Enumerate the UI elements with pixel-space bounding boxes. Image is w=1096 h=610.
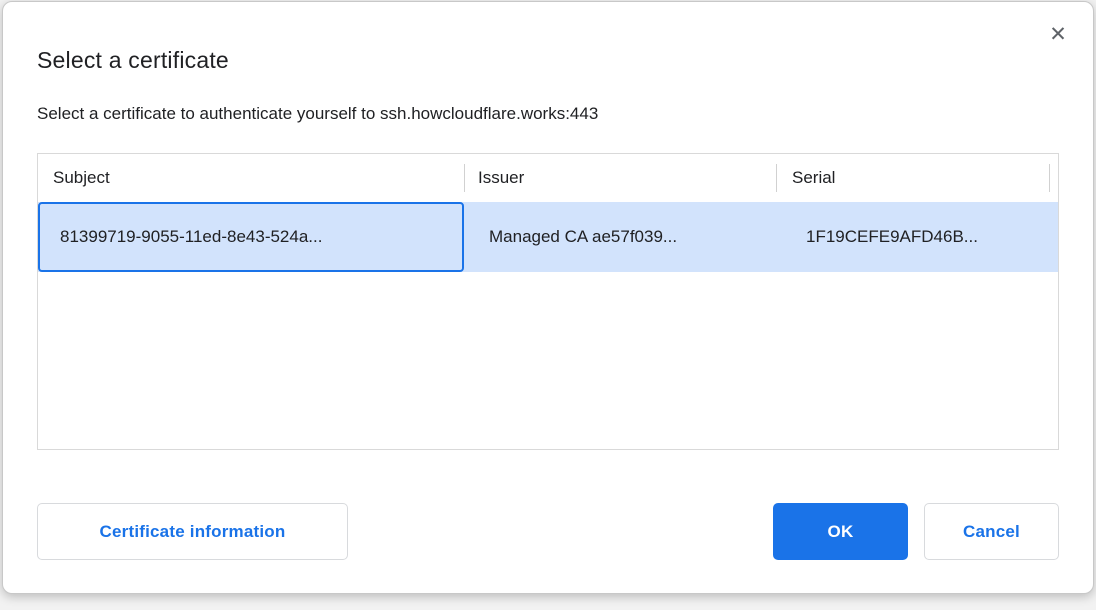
close-button[interactable]: ✕: [1043, 20, 1073, 50]
column-header-issuer: Issuer: [464, 154, 776, 202]
certificate-issuer-cell: Managed CA ae57f039...: [464, 202, 776, 272]
ok-button[interactable]: OK: [773, 503, 908, 560]
certificate-select-dialog: ✕ Select a certificate Select a certific…: [2, 1, 1094, 594]
cancel-button[interactable]: Cancel: [924, 503, 1059, 560]
column-header-subject: Subject: [38, 154, 464, 202]
table-header: Subject Issuer Serial: [38, 154, 1058, 202]
column-header-serial: Serial: [776, 154, 1049, 202]
certificate-table: Subject Issuer Serial 81399719-9055-11ed…: [37, 153, 1059, 450]
certificate-subject-cell: 81399719-9055-11ed-8e43-524a...: [38, 202, 464, 272]
certificate-information-button[interactable]: Certificate information: [37, 503, 348, 560]
dialog-title: Select a certificate: [37, 2, 1059, 74]
certificate-serial-cell: 1F19CEFE9AFD46B...: [776, 202, 1058, 272]
column-header-gutter: [1049, 154, 1058, 202]
certificate-row[interactable]: 81399719-9055-11ed-8e43-524a... Managed …: [38, 202, 1058, 272]
dialog-footer: Certificate information OK Cancel: [37, 503, 1059, 560]
dialog-subtitle: Select a certificate to authenticate you…: [37, 101, 1059, 127]
close-icon: ✕: [1049, 23, 1067, 46]
